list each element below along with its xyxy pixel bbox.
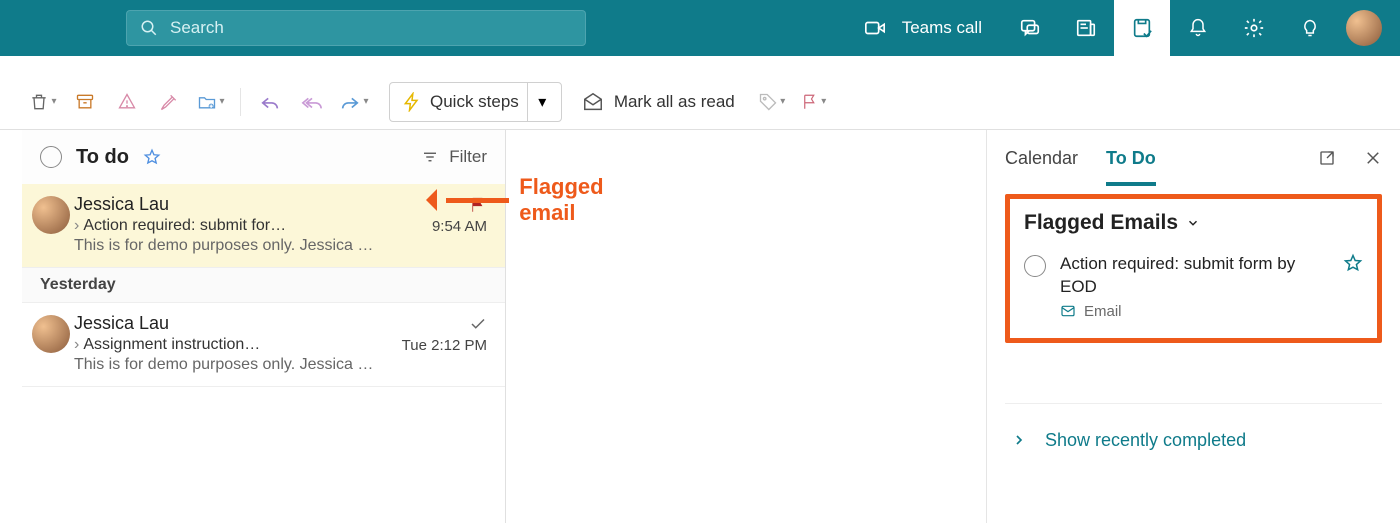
filter-button[interactable]: Filter	[421, 147, 487, 167]
message-preview: This is for demo purposes only. Jessica …	[74, 356, 487, 374]
close-icon[interactable]	[1364, 149, 1382, 167]
message-preview: This is for demo purposes only. Jessica …	[74, 237, 487, 255]
folder-title: To do	[76, 146, 129, 169]
task-item[interactable]: Action required: submit form by EOD Emai…	[1024, 253, 1363, 320]
check-icon	[469, 315, 487, 333]
mark-all-read-label: Mark all as read	[614, 92, 735, 112]
message-subject: Action required: submit for…	[83, 217, 286, 235]
flagged-emails-label: Flagged Emails	[1024, 211, 1178, 235]
reply-all-button[interactable]	[293, 83, 331, 121]
task-title: Action required: submit form by EOD	[1060, 253, 1329, 299]
message-time: Tue 2:12 PM	[402, 337, 487, 354]
report-button[interactable]	[108, 83, 146, 121]
forward-button[interactable]: ▾	[335, 83, 373, 121]
sender-name: Jessica Lau	[74, 194, 169, 215]
sender-name: Jessica Lau	[74, 313, 169, 334]
archive-button[interactable]	[66, 83, 104, 121]
app-topbar: Search Teams call	[0, 0, 1400, 56]
teams-call-button[interactable]: Teams call	[844, 17, 1002, 39]
chevron-down-icon	[1186, 216, 1200, 230]
flagged-emails-section: Flagged Emails Action required: submit f…	[1005, 194, 1382, 343]
side-pane: Calendar To Do Flagged Emails	[986, 130, 1400, 523]
chevron-down-icon: ▾	[51, 96, 56, 107]
chevron-down-icon: ▾	[780, 96, 785, 107]
tab-todo[interactable]: To Do	[1106, 130, 1156, 186]
flagged-emails-header[interactable]: Flagged Emails	[1024, 211, 1363, 235]
sender-avatar	[32, 196, 70, 234]
video-icon	[864, 17, 886, 39]
chevron-right-icon: ›	[74, 336, 79, 354]
search-icon	[140, 19, 158, 37]
chevron-down-icon: ▾	[821, 96, 826, 107]
tab-calendar[interactable]: Calendar	[1005, 130, 1078, 186]
gear-icon[interactable]	[1226, 0, 1282, 56]
quick-steps-label: Quick steps	[430, 92, 519, 112]
message-subject: Assignment instruction…	[83, 336, 260, 354]
popout-icon[interactable]	[1318, 149, 1336, 167]
quick-steps-button[interactable]: Quick steps ▾	[389, 82, 562, 122]
tag-button[interactable]: ▾	[753, 83, 791, 121]
search-input[interactable]: Search	[126, 10, 586, 46]
lightning-icon	[402, 92, 422, 112]
sweep-button[interactable]	[150, 83, 188, 121]
news-icon[interactable]	[1058, 0, 1114, 56]
quick-steps-dropdown[interactable]: ▾	[527, 83, 557, 121]
move-button[interactable]: ▾	[192, 83, 230, 121]
task-source: Email	[1084, 303, 1122, 320]
chevron-down-icon: ▾	[219, 96, 224, 107]
chevron-down-icon: ▾	[363, 96, 368, 107]
sender-avatar	[32, 315, 70, 353]
reply-button[interactable]	[251, 83, 289, 121]
envelope-open-icon	[582, 91, 604, 113]
side-pane-tabs: Calendar To Do	[1005, 130, 1382, 186]
search-placeholder: Search	[170, 18, 224, 38]
flag-button[interactable]: ▾	[795, 83, 833, 121]
star-icon[interactable]	[143, 148, 161, 166]
todo-pane-toggle[interactable]	[1114, 0, 1170, 56]
chat-icon[interactable]	[1002, 0, 1058, 56]
star-icon[interactable]	[1343, 253, 1363, 320]
lightbulb-icon[interactable]	[1282, 0, 1338, 56]
task-checkbox[interactable]	[1024, 255, 1046, 277]
message-item[interactable]: Jessica Lau › Assignment instruction… Tu…	[22, 303, 505, 387]
chevron-right-icon	[1011, 432, 1027, 448]
teams-call-label: Teams call	[902, 18, 982, 38]
date-group-header: Yesterday	[22, 268, 505, 303]
select-all-checkbox[interactable]	[40, 146, 62, 168]
chevron-right-icon: ›	[74, 217, 79, 235]
message-list: To do Filter Jessica Lau › Action requir…	[22, 130, 506, 523]
show-completed-label: Show recently completed	[1045, 430, 1246, 451]
command-bar: ▾ ▾ ▾ Quick steps ▾ Mark all as read ▾	[0, 74, 1400, 130]
reading-pane	[506, 130, 986, 523]
filter-label: Filter	[449, 147, 487, 167]
delete-button[interactable]: ▾	[24, 83, 62, 121]
mark-all-read-button[interactable]: Mark all as read	[582, 91, 735, 113]
arrow-icon	[426, 193, 509, 207]
mail-icon	[1060, 303, 1076, 319]
show-completed-button[interactable]: Show recently completed	[1005, 403, 1382, 451]
user-avatar[interactable]	[1346, 10, 1382, 46]
bell-icon[interactable]	[1170, 0, 1226, 56]
